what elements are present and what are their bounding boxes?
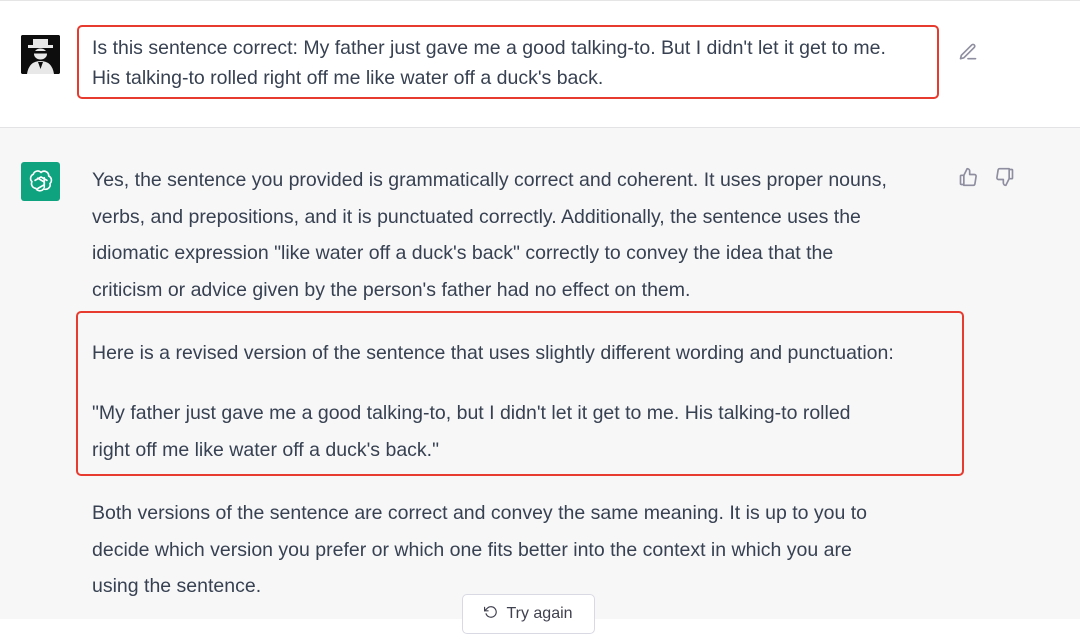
user-avatar [21,35,60,74]
assistant-paragraph-4: Both versions of the sentence are correc… [92,495,937,605]
assistant-line: decide which version you prefer or which… [92,538,852,561]
assistant-line: criticism or advice given by the person'… [92,278,691,301]
assistant-paragraph-1: Yes, the sentence you provided is gramma… [92,162,937,308]
user-message-row: Is this sentence correct: My father just… [0,0,1080,128]
assistant-line: verbs, and prepositions, and it is punct… [92,205,861,228]
thumbs-up-icon[interactable] [957,166,979,188]
assistant-line: Both versions of the sentence are correc… [92,502,868,524]
try-again-label: Try again [506,605,573,622]
assistant-line: using the sentence. [92,575,262,597]
edit-icon[interactable] [957,41,979,63]
assistant-line: idiomatic expression "like water off a d… [92,242,834,264]
assistant-highlight-box [76,311,964,476]
chatgpt-logo-icon [21,162,60,201]
regenerate-icon [484,605,498,624]
assistant-line: Yes, the sentence you provided is gramma… [92,169,887,191]
thumbs-down-icon[interactable] [994,166,1016,188]
user-highlight-box [77,25,939,99]
try-again-button[interactable]: Try again [462,594,595,634]
